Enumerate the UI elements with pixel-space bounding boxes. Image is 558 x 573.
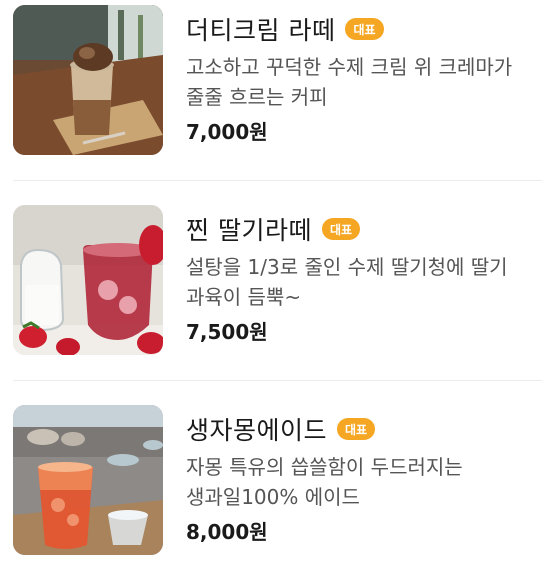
item-price: 7,500원 xyxy=(186,320,268,344)
divider xyxy=(13,380,542,381)
grapefruit-ade-photo xyxy=(13,405,163,555)
grapefruit-ade-image[interactable] xyxy=(13,405,163,555)
item-name[interactable]: 더티크림 라떼 xyxy=(186,11,335,47)
strawberry-latte-image[interactable] xyxy=(13,205,163,355)
title-row: 생자몽에이드 대표 xyxy=(186,410,536,448)
divider xyxy=(13,180,542,181)
dirty-cream-latte-image[interactable] xyxy=(13,5,163,155)
steamed-strawberry-latte-photo xyxy=(13,205,163,355)
dirty-cream-latte-photo xyxy=(13,5,163,155)
item-name[interactable]: 생자몽에이드 xyxy=(186,411,327,447)
signature-badge: 대표 xyxy=(345,18,384,40)
item-price: 8,000원 xyxy=(186,520,268,544)
title-row: 더티크림 라떼 대표 xyxy=(186,10,536,48)
item-info: 생자몽에이드 대표 자몽 특유의 씁쓸함이 두드러지는 생과일100% 에이드 … xyxy=(186,410,536,545)
menu-list: 더티크림 라떼 대표 고소하고 꾸덕한 수제 크림 위 크레마가 줄줄 흐르는 … xyxy=(0,0,558,573)
title-row: 찐 딸기라떼 대표 xyxy=(186,210,536,248)
item-description: 고소하고 꾸덕한 수제 크림 위 크레마가 줄줄 흐르는 커피 xyxy=(186,55,513,109)
signature-badge: 대표 xyxy=(321,218,361,240)
menu-item-dirty-cream-latte[interactable]: 더티크림 라떼 대표 고소하고 꾸덕한 수제 크림 위 크레마가 줄줄 흐르는 … xyxy=(0,0,558,160)
item-description: 자몽 특유의 씁쓸함이 두드러지는 생과일100% 에이드 xyxy=(186,455,463,509)
menu-item-strawberry-latte[interactable]: 찐 딸기라떼 대표 설탕을 1/3로 줄인 수제 딸기청에 딸기 과육이 듬뿍~… xyxy=(0,200,558,360)
signature-badge: 대표 xyxy=(337,418,376,440)
item-name[interactable]: 찐 딸기라떼 xyxy=(186,211,312,247)
item-info: 찐 딸기라떼 대표 설탕을 1/3로 줄인 수제 딸기청에 딸기 과육이 듬뿍~… xyxy=(186,210,536,345)
item-description: 설탕을 1/3로 줄인 수제 딸기청에 딸기 과육이 듬뿍~ xyxy=(186,255,508,309)
item-info: 더티크림 라떼 대표 고소하고 꾸덕한 수제 크림 위 크레마가 줄줄 흐르는 … xyxy=(186,10,536,145)
menu-item-grapefruit-ade[interactable]: 생자몽에이드 대표 자몽 특유의 씁쓸함이 두드러지는 생과일100% 에이드 … xyxy=(0,400,558,560)
item-price: 7,000원 xyxy=(186,120,268,144)
